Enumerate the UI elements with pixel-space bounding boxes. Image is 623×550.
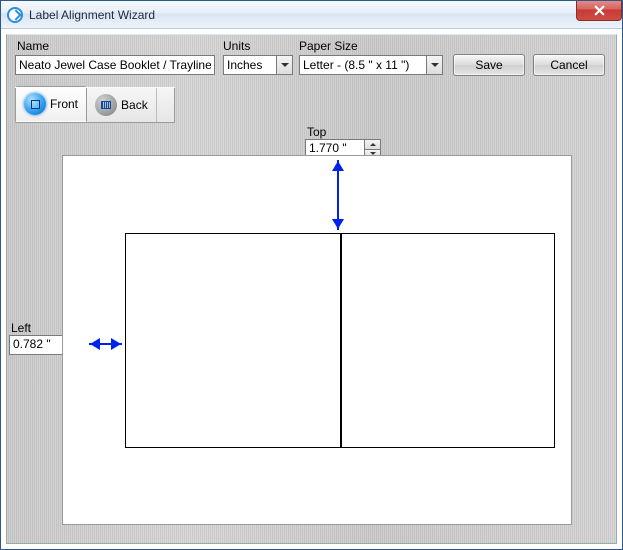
top-offset-label: Top <box>307 125 326 139</box>
spinner-up-icon[interactable] <box>365 140 380 149</box>
units-label: Units <box>223 39 250 53</box>
client-area: Name Units Inches Paper Size Letter - (8… <box>6 34 617 544</box>
front-icon <box>24 93 46 115</box>
tab-back[interactable]: Back <box>87 88 157 122</box>
arrow-left-icon <box>84 338 100 350</box>
save-button[interactable]: Save <box>453 54 525 76</box>
side-tabs: Front Back <box>15 87 175 123</box>
window-title: Label Alignment Wizard <box>29 8 155 22</box>
paper-size-value: Letter - (8.5 " x 11 ") <box>300 58 426 72</box>
name-input[interactable] <box>15 55 215 75</box>
tab-front-label: Front <box>50 97 78 111</box>
top-form-row: Name Units Inches Paper Size Letter - (8… <box>15 39 608 81</box>
arrow-up-icon <box>332 155 344 171</box>
app-icon <box>7 7 23 23</box>
top-offset-arrow <box>332 160 344 230</box>
label-alignment-wizard-window: Label Alignment Wizard Name Units Inches… <box>0 0 623 550</box>
left-offset-value: 0.782 " <box>10 336 68 354</box>
chevron-down-icon <box>426 56 442 74</box>
left-offset-arrow <box>89 338 122 350</box>
cancel-button[interactable]: Cancel <box>533 54 605 76</box>
close-button[interactable] <box>576 1 622 21</box>
units-value: Inches <box>224 58 276 72</box>
titlebar: Label Alignment Wizard <box>1 1 622 29</box>
arrow-down-icon <box>332 219 344 235</box>
close-icon <box>594 5 605 16</box>
arrow-right-icon <box>111 338 127 350</box>
paper-size-label: Paper Size <box>299 39 358 53</box>
left-offset-label: Left <box>11 321 31 335</box>
tab-front[interactable]: Front <box>15 86 87 122</box>
name-label: Name <box>17 39 49 53</box>
paper-size-select[interactable]: Letter - (8.5 " x 11 ") <box>299 55 443 75</box>
back-icon <box>95 94 117 116</box>
chevron-down-icon <box>276 56 292 74</box>
label-outline <box>125 233 555 448</box>
units-select[interactable]: Inches <box>223 55 293 75</box>
paper-preview <box>62 155 572 525</box>
tab-back-label: Back <box>121 98 148 112</box>
